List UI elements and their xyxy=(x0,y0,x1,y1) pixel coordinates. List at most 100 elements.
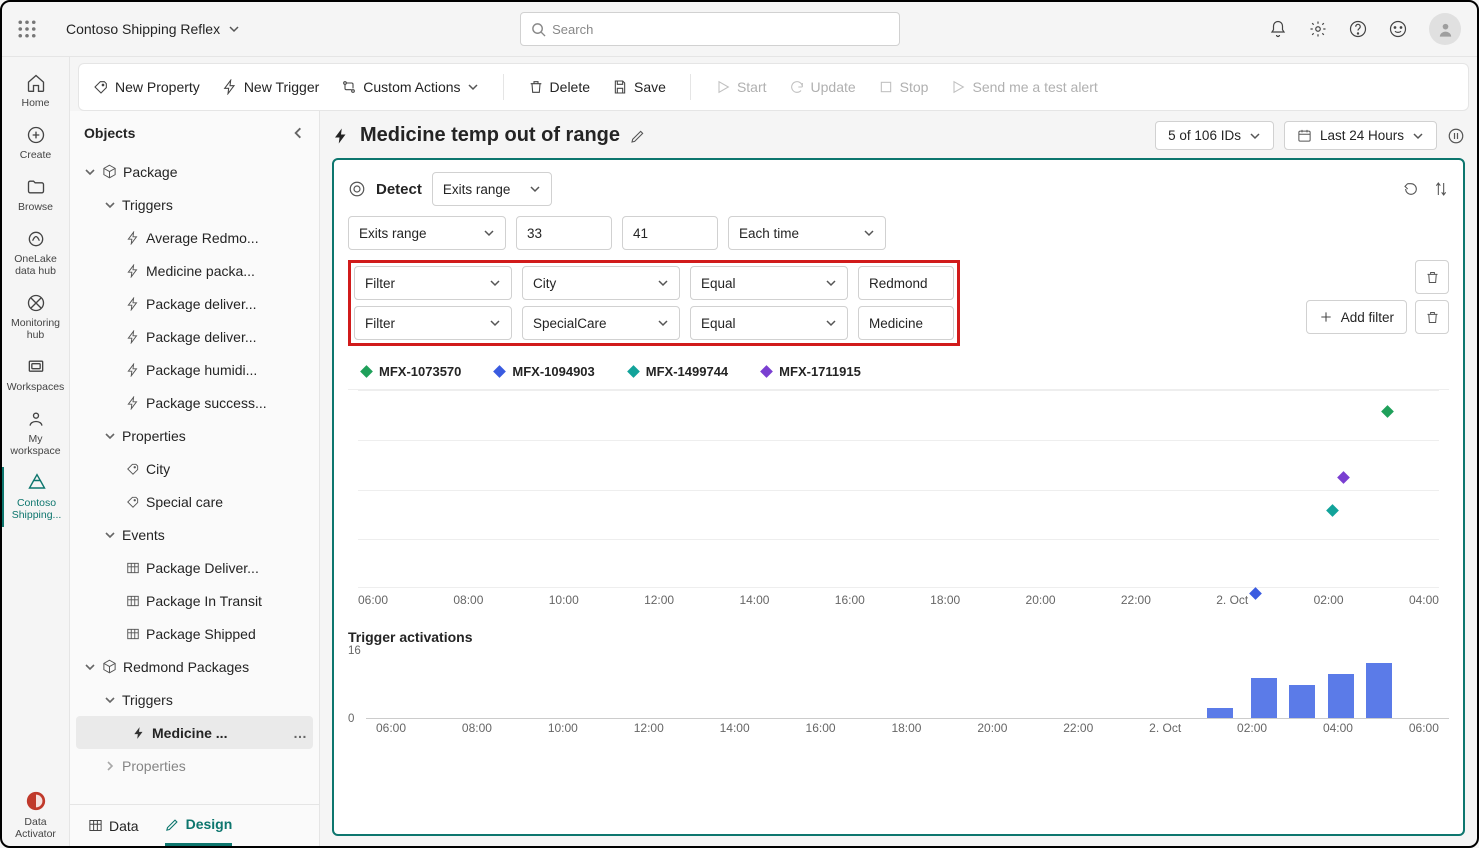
tree-property-item[interactable]: City xyxy=(70,452,319,485)
legend-item[interactable]: MFX-1711915 xyxy=(762,364,861,379)
custom-actions-button[interactable]: Custom Actions xyxy=(341,79,478,95)
update-button[interactable]: Update xyxy=(789,79,856,95)
delete-filter2-button[interactable] xyxy=(1415,300,1449,334)
tree-redmond-triggers[interactable]: Triggers xyxy=(70,683,319,716)
detect-mode-dropdown[interactable]: Exits range xyxy=(432,172,552,206)
ids-dropdown[interactable]: 5 of 106 IDs xyxy=(1155,121,1274,150)
page-title: Medicine temp out of range xyxy=(332,124,646,147)
tag-icon xyxy=(126,462,140,476)
search-icon xyxy=(531,22,546,37)
bolt-icon xyxy=(132,726,146,740)
tree-redmond[interactable]: Redmond Packages xyxy=(70,650,319,683)
tree-events[interactable]: Events xyxy=(70,518,319,551)
tree-package[interactable]: Package xyxy=(70,155,319,188)
filter1-type[interactable]: Filter xyxy=(354,266,512,300)
time-range-dropdown[interactable]: Last 24 Hours xyxy=(1284,121,1437,150)
rail-contoso-shipping[interactable]: Contoso Shipping... xyxy=(2,467,69,527)
range-max-input[interactable]: 41 xyxy=(622,216,718,250)
tree-trigger-item[interactable]: Average Redmo... xyxy=(70,221,319,254)
pause-icon[interactable] xyxy=(1447,127,1465,145)
filter1-field[interactable]: City xyxy=(522,266,680,300)
bolt-icon xyxy=(126,330,140,344)
tab-design[interactable]: Design xyxy=(165,805,233,846)
avatar[interactable] xyxy=(1429,13,1461,45)
edit-icon[interactable] xyxy=(630,128,646,144)
chevron-down-icon xyxy=(228,23,240,35)
tab-data[interactable]: Data xyxy=(88,805,139,846)
filter2-op[interactable]: Equal xyxy=(690,306,848,340)
grid-icon xyxy=(126,627,140,641)
grid-icon xyxy=(126,594,140,608)
filter2-field[interactable]: SpecialCare xyxy=(522,306,680,340)
detect-label: Detect xyxy=(376,181,422,198)
bolt-icon xyxy=(332,127,350,145)
new-trigger-button[interactable]: New Trigger xyxy=(222,79,319,95)
save-button[interactable]: Save xyxy=(612,79,666,95)
tree-event-item[interactable]: Package Shipped xyxy=(70,617,319,650)
rail-monitoring[interactable]: Monitoring hub xyxy=(2,287,69,347)
filter1-op[interactable]: Equal xyxy=(690,266,848,300)
bolt-icon xyxy=(126,396,140,410)
search-input[interactable]: Search xyxy=(520,12,900,46)
chart-point xyxy=(1337,471,1350,484)
bolt-icon xyxy=(126,231,140,245)
tree-event-item[interactable]: Package Deliver... xyxy=(70,551,319,584)
stop-button[interactable]: Stop xyxy=(878,79,929,95)
cube-icon xyxy=(102,659,117,674)
rail-onelake[interactable]: OneLake data hub xyxy=(2,223,69,283)
undo-icon[interactable] xyxy=(1403,181,1419,197)
objects-title: Objects xyxy=(84,125,135,141)
rail-create[interactable]: Create xyxy=(2,119,69,167)
swap-icon[interactable] xyxy=(1433,181,1449,197)
legend-item[interactable]: MFX-1073570 xyxy=(362,364,461,379)
chart-point xyxy=(1381,405,1394,418)
filter1-value[interactable]: Redmond xyxy=(858,266,954,300)
frequency-dropdown[interactable]: Each time xyxy=(728,216,886,250)
rail-home[interactable]: Home xyxy=(2,67,69,115)
delete-filter1-button[interactable] xyxy=(1415,260,1449,294)
trigger-activations-title: Trigger activations xyxy=(348,629,1449,645)
delete-button[interactable]: Delete xyxy=(528,79,590,95)
rail-browse[interactable]: Browse xyxy=(2,171,69,219)
help-icon[interactable] xyxy=(1349,20,1367,38)
tree-redmond-properties[interactable]: Properties xyxy=(70,749,319,782)
condition-type-dropdown[interactable]: Exits range xyxy=(348,216,506,250)
tree-trigger-item[interactable]: Package deliver... xyxy=(70,287,319,320)
app-title[interactable]: Contoso Shipping Reflex xyxy=(66,21,240,37)
bell-icon[interactable] xyxy=(1269,20,1287,38)
tree-trigger-item[interactable]: Package success... xyxy=(70,386,319,419)
tree-trigger-item[interactable]: Package deliver... xyxy=(70,320,319,353)
bar xyxy=(1289,685,1315,719)
rail-my-workspace[interactable]: My workspace xyxy=(2,403,69,463)
filter2-type[interactable]: Filter xyxy=(354,306,512,340)
rail-workspaces[interactable]: Workspaces xyxy=(2,351,69,399)
rail-data-activator[interactable]: Data Activator xyxy=(2,784,69,846)
send-test-button[interactable]: Send me a test alert xyxy=(950,79,1097,95)
waffle-icon[interactable] xyxy=(18,20,36,38)
range-min-input[interactable]: 33 xyxy=(516,216,612,250)
chart-point xyxy=(1326,504,1339,517)
legend-item[interactable]: MFX-1094903 xyxy=(495,364,594,379)
gear-icon[interactable] xyxy=(1309,20,1327,38)
cube-icon xyxy=(102,164,117,179)
collapse-icon[interactable] xyxy=(291,126,305,140)
tree-triggers[interactable]: Triggers xyxy=(70,188,319,221)
calendar-icon xyxy=(1297,128,1312,143)
tree-trigger-item[interactable]: Medicine packa... xyxy=(70,254,319,287)
tree-trigger-item[interactable]: Package humidi... xyxy=(70,353,319,386)
bar xyxy=(1328,674,1354,719)
legend-item[interactable]: MFX-1499744 xyxy=(629,364,728,379)
tree-properties[interactable]: Properties xyxy=(70,419,319,452)
new-property-button[interactable]: New Property xyxy=(93,79,200,95)
bolt-icon xyxy=(126,264,140,278)
feedback-icon[interactable] xyxy=(1389,20,1407,38)
target-icon xyxy=(348,180,366,198)
tag-icon xyxy=(126,495,140,509)
add-filter-button[interactable]: Add filter xyxy=(1306,300,1407,334)
tree-event-item[interactable]: Package In Transit xyxy=(70,584,319,617)
filter2-value[interactable]: Medicine xyxy=(858,306,954,340)
tree-selected-trigger[interactable]: Medicine ...… xyxy=(76,716,313,749)
start-button[interactable]: Start xyxy=(715,79,767,95)
bar xyxy=(1366,663,1392,719)
tree-property-item[interactable]: Special care xyxy=(70,485,319,518)
